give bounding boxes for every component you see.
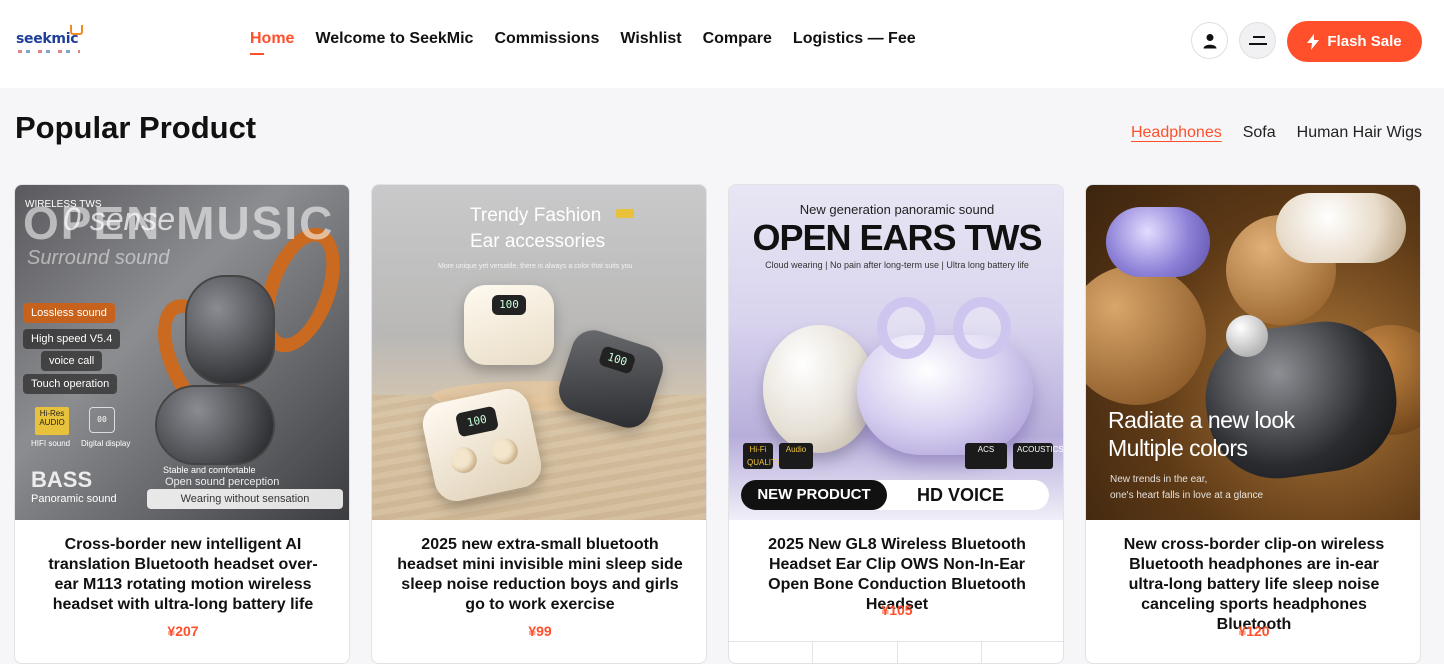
image-text: Cloud wearing | No pain after long-term … [765, 260, 1029, 270]
image-text: 100 [492, 295, 526, 315]
nav-logistics-fee[interactable]: Logistics — Fee [793, 30, 916, 54]
nav-welcome[interactable]: Welcome to SeekMic [315, 30, 473, 54]
image-text: NEW PRODUCT [741, 480, 887, 510]
product-price: ¥99 [528, 623, 552, 639]
image-text: High speed V5.4 [23, 329, 121, 349]
image-text: 100 [454, 405, 500, 438]
image-text: Panoramic sound [31, 493, 117, 505]
nav-compare[interactable]: Compare [703, 30, 772, 54]
product-price: ¥105 [881, 602, 913, 618]
tab-sofa[interactable]: Sofa [1243, 124, 1276, 142]
section-title: Popular Product [15, 110, 257, 145]
quick-view-button[interactable] [982, 642, 1063, 663]
user-icon [1203, 33, 1216, 48]
product-image[interactable]: Trendy Fashion Ear accessories More uniq… [372, 185, 706, 520]
compare-button[interactable] [898, 642, 982, 663]
main-nav: Home Welcome to SeekMic Commissions Wish… [250, 30, 916, 55]
hi-res-audio-badge: Hi-Res AUDIO [35, 407, 69, 435]
seekmic-logo[interactable]: seekmic [16, 24, 84, 60]
image-text: Lossless sound [23, 303, 115, 323]
nav-home[interactable]: Home [250, 30, 294, 55]
image-text: Touch operation [23, 374, 118, 394]
lightning-icon [1307, 33, 1320, 50]
image-text: HD VOICE [917, 485, 1005, 505]
image-text: voice call [41, 351, 103, 371]
product-image[interactable]: New generation panoramic sound OPEN EARS… [729, 185, 1063, 520]
image-text: Multiple colors [1108, 435, 1248, 461]
image-text: Digital display [81, 439, 131, 448]
image-text: Surround sound [27, 247, 170, 269]
flash-sale-button[interactable]: Flash Sale [1287, 21, 1422, 62]
product-card[interactable]: Trendy Fashion Ear accessories More uniq… [371, 184, 707, 664]
digital-display-icon: 00 [89, 407, 115, 433]
product-image[interactable]: WIRELESS TWS OPEN MUSIC 0 sense Surround… [15, 185, 349, 520]
image-text: New generation panoramic sound [799, 202, 995, 217]
product-card[interactable]: New generation panoramic sound OPEN EARS… [728, 184, 1064, 664]
account-button[interactable] [1191, 22, 1228, 59]
menu-button[interactable] [1239, 22, 1276, 59]
image-text: BASS [31, 467, 93, 492]
image-text: 100 [597, 345, 637, 375]
logo-decoration [18, 50, 80, 53]
image-text: Stable and comfortable [163, 465, 256, 475]
image-text: Wearing without sensation [147, 489, 343, 509]
flash-sale-label: Flash Sale [1327, 33, 1402, 50]
product-price: ¥120 [1238, 623, 1270, 639]
product-title[interactable]: 2025 new extra-small bluetooth headset m… [394, 535, 686, 615]
wishlist-button[interactable] [813, 642, 898, 663]
nav-commissions[interactable]: Commissions [494, 30, 599, 54]
product-title[interactable]: Cross-border new intelligent AI translat… [37, 535, 329, 615]
product-title[interactable]: New cross-border clip-on wireless Blueto… [1108, 535, 1400, 635]
image-text: ACS [965, 443, 1007, 469]
tab-headphones[interactable]: Headphones [1131, 124, 1222, 142]
product-card[interactable]: Radiate a new look Multiple colors New t… [1085, 184, 1421, 664]
category-tabs: Headphones Sofa Human Hair Wigs [1131, 124, 1422, 142]
image-text: Hi-Fi QUALITY [743, 443, 781, 469]
image-text: Open sound perception [165, 476, 280, 488]
image-text: ACOUSTICS [1013, 443, 1063, 469]
cart-icon [70, 25, 83, 35]
site-header: seekmic Home Welcome to SeekMic Commissi… [0, 0, 1444, 88]
image-text: OPEN EARS TWS [752, 217, 1042, 258]
card-actions [729, 641, 1063, 663]
product-price: ¥207 [167, 623, 199, 639]
image-text: Trendy Fashion [470, 205, 602, 226]
add-to-cart-button[interactable] [729, 642, 814, 663]
product-card[interactable]: WIRELESS TWS OPEN MUSIC 0 sense Surround… [14, 184, 350, 664]
logo-text: seekmic [16, 31, 79, 47]
image-text: Radiate a new look [1108, 407, 1295, 433]
image-text: More unique yet versatile, there is alwa… [438, 263, 633, 270]
image-text: New trends in the ear, [1110, 474, 1208, 485]
image-text: Audio [779, 443, 813, 469]
image-text: HIFI sound [31, 439, 71, 448]
tab-human-hair-wigs[interactable]: Human Hair Wigs [1297, 124, 1422, 142]
image-text: 0 sense [63, 201, 176, 237]
product-image[interactable]: Radiate a new look Multiple colors New t… [1086, 185, 1420, 520]
menu-icon [1248, 35, 1267, 45]
image-text: one's heart falls in love at a glance [1110, 490, 1264, 501]
image-text: Ear accessories [470, 231, 606, 252]
nav-wishlist[interactable]: Wishlist [620, 30, 681, 54]
